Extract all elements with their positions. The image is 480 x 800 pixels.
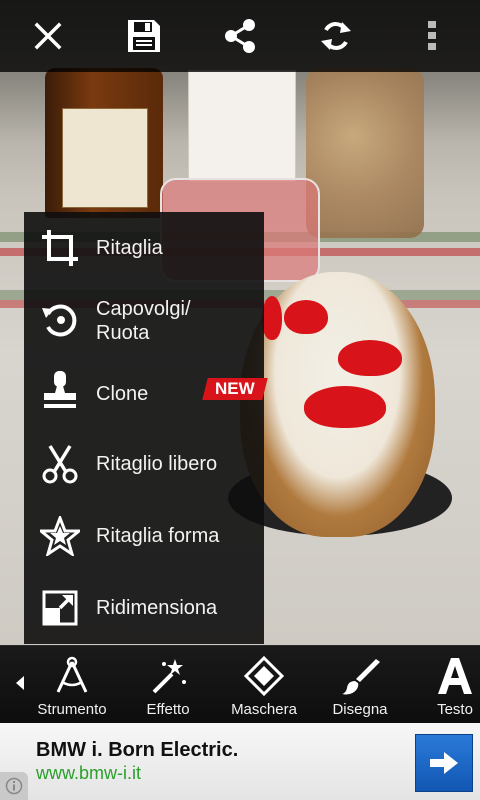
tools-menu: Ritaglia Capovolgi/ Ruota Clone Ritaglio… — [24, 212, 264, 644]
info-icon — [5, 777, 23, 795]
menu-item-resize[interactable]: Ridimensiona — [24, 572, 264, 644]
mask-icon — [244, 646, 284, 696]
menu-item-rotate[interactable]: Capovolgi/ Ruota — [24, 284, 264, 356]
menu-item-label: Ridimensiona — [96, 597, 218, 619]
share-button[interactable] — [192, 0, 288, 72]
save-button[interactable] — [96, 0, 192, 72]
tool-label: Disegna — [332, 701, 388, 718]
tool-label: Effetto — [146, 701, 190, 718]
star-shape-icon — [40, 516, 80, 556]
tool-testo[interactable]: Testo — [430, 646, 480, 724]
scroll-left-arrow-icon[interactable] — [16, 676, 24, 690]
crop-icon — [40, 228, 80, 268]
tool-label: Strumento — [37, 701, 107, 718]
ad-info-button[interactable] — [0, 772, 28, 800]
rotate-icon — [40, 300, 80, 340]
menu-item-shape-crop[interactable]: Ritaglia forma — [24, 500, 264, 572]
menu-item-label: Ritaglia — [96, 237, 163, 259]
refresh-button[interactable] — [288, 0, 384, 72]
menu-item-free-cut[interactable]: Ritaglio libero — [24, 428, 264, 500]
tool-disegna[interactable]: Disegna — [330, 646, 390, 724]
ad-go-button[interactable] — [415, 734, 473, 792]
tool-effetto[interactable]: Effetto — [138, 646, 198, 724]
tool-label: Testo — [437, 701, 473, 718]
photo-strawberry — [338, 340, 402, 376]
photo-strawberry — [304, 386, 386, 428]
overflow-menu-button[interactable] — [384, 0, 480, 72]
text-icon — [437, 646, 473, 696]
scissors-icon — [40, 444, 80, 484]
ad-banner[interactable]: BMW i. Born Electric. www.bmw-i.it — [0, 723, 480, 800]
share-icon — [225, 19, 255, 53]
tool-strumento[interactable]: Strumento — [36, 646, 108, 724]
photo-strawberry — [284, 300, 328, 334]
magic-wand-icon — [148, 646, 188, 696]
compass-tool-icon — [52, 646, 92, 696]
bottom-toolbar: Strumento Effetto Maschera Disegna Testo — [0, 645, 480, 724]
clone-stamp-icon — [40, 370, 80, 410]
photo-cookie-bag — [306, 68, 424, 238]
menu-item-label: Capovolgi/ Ruota — [96, 298, 191, 344]
menu-item-crop[interactable]: Ritaglia — [24, 212, 264, 284]
photo-box — [188, 70, 296, 182]
photo-bottle-label — [62, 108, 148, 208]
photo-strawberry — [262, 296, 282, 340]
overflow-menu-icon — [428, 21, 436, 50]
arrow-right-icon — [430, 752, 458, 774]
close-icon — [34, 22, 62, 50]
new-badge: NEW — [202, 378, 268, 400]
brush-icon — [340, 646, 380, 696]
menu-item-label: Ritaglio libero — [96, 453, 218, 475]
menu-item-label: Clone — [96, 383, 149, 405]
top-toolbar — [0, 0, 480, 72]
tool-maschera[interactable]: Maschera — [228, 646, 300, 724]
new-badge-label: NEW — [215, 379, 255, 398]
tool-label: Maschera — [231, 701, 297, 718]
resize-icon — [40, 588, 80, 628]
save-icon — [128, 20, 160, 52]
close-button[interactable] — [0, 0, 96, 72]
ad-title[interactable]: BMW i. Born Electric. — [36, 739, 238, 762]
refresh-icon — [321, 22, 351, 50]
menu-item-label: Ritaglia forma — [96, 525, 220, 547]
ad-url[interactable]: www.bmw-i.it — [36, 763, 141, 784]
